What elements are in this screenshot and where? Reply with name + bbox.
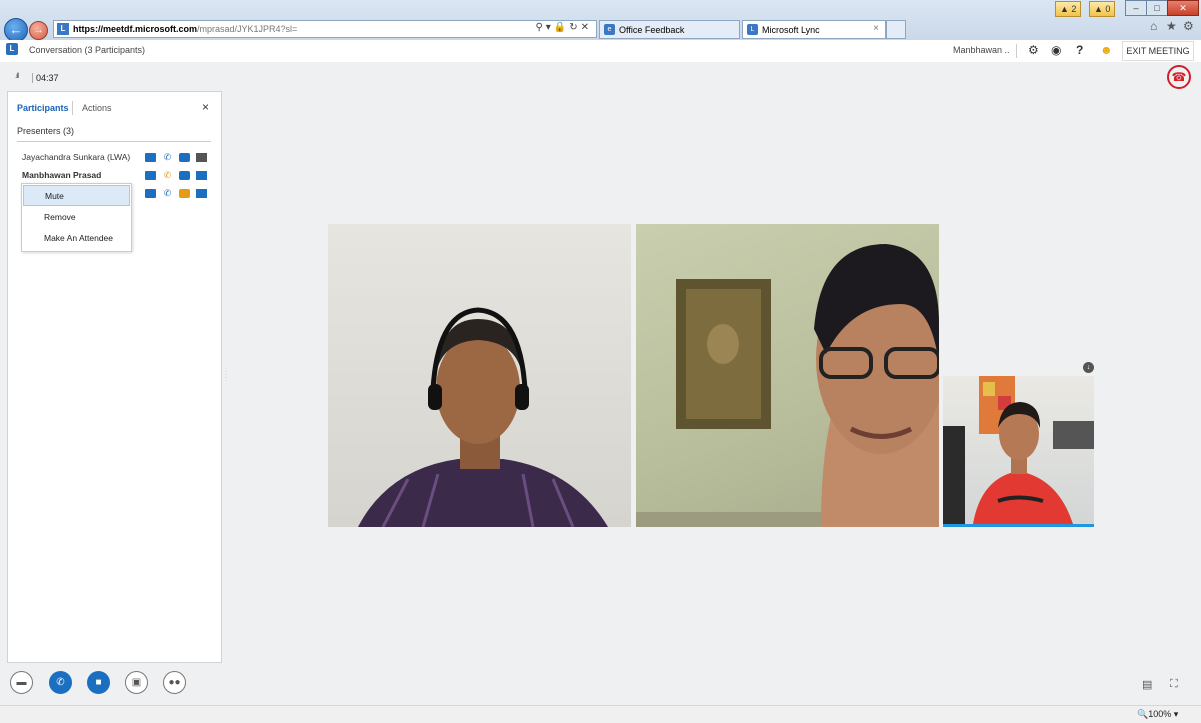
user-name[interactable]: Manbhawan .. bbox=[953, 45, 1010, 55]
video-feed-self-view[interactable] bbox=[943, 376, 1094, 527]
participant-modalities: ✆ bbox=[145, 153, 207, 162]
layout-switch-icon[interactable]: ▤ bbox=[1142, 678, 1152, 691]
participant-modalities: ✆ bbox=[145, 171, 207, 180]
header-divider bbox=[1016, 44, 1017, 58]
lync-favicon-icon: L bbox=[57, 23, 69, 35]
participant-name[interactable]: Jayachandra Sunkara (LWA) bbox=[22, 152, 130, 162]
video-camera-icon[interactable] bbox=[179, 171, 190, 180]
call-quality-icon: .ıll bbox=[15, 73, 19, 80]
minimize-button[interactable]: – bbox=[1125, 0, 1147, 16]
participant-name[interactable]: Manbhawan Prasad bbox=[22, 170, 101, 180]
settings-gear-icon[interactable]: ⚙ bbox=[1028, 43, 1039, 57]
video-camera-button[interactable]: ■ bbox=[87, 671, 110, 694]
lync-header: L Conversation (3 Participants) Manbhawa… bbox=[0, 40, 1201, 62]
screen-share-icon[interactable] bbox=[196, 171, 207, 180]
participant-context-menu: Mute Remove Make An Attendee bbox=[21, 183, 132, 252]
tab-divider bbox=[72, 101, 73, 115]
ie-favicon-icon: e bbox=[604, 24, 615, 35]
device-settings-icon[interactable]: ◉ bbox=[1051, 43, 1061, 57]
address-bar[interactable]: L https://meetdf.microsoft.com/mprasad/J… bbox=[53, 20, 597, 38]
address-url: https://meetdf.microsoft.com/mprasad/JYK… bbox=[73, 24, 298, 34]
help-icon[interactable]: ? bbox=[1076, 43, 1083, 57]
zoom-level[interactable]: 🔍100% ▾ bbox=[1137, 709, 1178, 720]
screen-share-icon[interactable] bbox=[196, 189, 207, 198]
lync-tab-favicon-icon: L bbox=[747, 24, 758, 35]
im-chat-button[interactable]: ▬ bbox=[10, 671, 33, 694]
menu-item-make-attendee[interactable]: Make An Attendee bbox=[23, 228, 130, 249]
video-camera-icon[interactable] bbox=[179, 189, 190, 198]
chat-icon[interactable] bbox=[145, 189, 156, 198]
tab-microsoft-lync[interactable]: L Microsoft Lync × bbox=[742, 20, 886, 39]
exit-meeting-button[interactable]: EXIT MEETING bbox=[1122, 41, 1194, 61]
divider bbox=[17, 141, 211, 142]
video-camera-icon[interactable] bbox=[179, 153, 190, 162]
participant-modalities: ✆ bbox=[145, 189, 207, 198]
menu-item-remove[interactable]: Remove bbox=[23, 207, 130, 228]
close-window-button[interactable]: ✕ bbox=[1167, 0, 1199, 16]
notification-badge[interactable]: ▲ 2 bbox=[1055, 1, 1082, 17]
tab-office-feedback[interactable]: e Office Feedback bbox=[599, 20, 740, 39]
self-view-person-image bbox=[943, 376, 1094, 524]
back-arrow-icon[interactable]: ← bbox=[4, 18, 28, 42]
audio-call-button[interactable]: ✆ bbox=[49, 671, 72, 694]
address-tools-icons[interactable]: ⚲▾🔒↻✕ bbox=[535, 22, 592, 33]
participants-button[interactable]: ●● bbox=[163, 671, 186, 694]
chat-icon[interactable] bbox=[145, 171, 156, 180]
home-icon[interactable]: ⌂ bbox=[1150, 19, 1157, 33]
tab-actions[interactable]: Actions bbox=[82, 103, 112, 113]
tab-participants[interactable]: Participants bbox=[17, 103, 69, 113]
forward-arrow-icon[interactable]: → bbox=[29, 21, 48, 40]
audio-phone-icon[interactable]: ✆ bbox=[162, 153, 173, 162]
person-with-painting-image bbox=[636, 244, 939, 527]
presenters-group-header[interactable]: Presenters (3) bbox=[17, 126, 74, 136]
screen-share-icon[interactable] bbox=[196, 153, 207, 162]
participants-panel: Participants Actions × Presenters (3) Ja… bbox=[7, 91, 222, 663]
audio-phone-icon[interactable]: ✆ bbox=[162, 189, 173, 198]
chat-icon[interactable] bbox=[145, 153, 156, 162]
hang-up-icon[interactable]: ☎ bbox=[1167, 65, 1191, 89]
feedback-smiley-icon[interactable]: ☻ bbox=[1100, 43, 1113, 57]
browser-chrome: ← → L https://meetdf.microsoft.com/mpras… bbox=[0, 0, 1201, 42]
present-content-button[interactable]: ▣ bbox=[125, 671, 148, 694]
lync-logo-icon: L bbox=[6, 43, 18, 55]
fullscreen-icon[interactable]: ⛶ bbox=[1170, 678, 1178, 691]
pip-pop-out-icon[interactable]: ↓ bbox=[1083, 362, 1094, 373]
favorites-star-icon[interactable]: ★ bbox=[1166, 19, 1177, 33]
panel-resize-handle[interactable]: · · · · · bbox=[225, 366, 227, 384]
person-with-headset-image bbox=[358, 307, 608, 527]
notification-badge-2[interactable]: ▲ 0 bbox=[1089, 1, 1116, 17]
video-feed-participant-1[interactable] bbox=[328, 224, 631, 527]
panel-close-icon[interactable]: × bbox=[202, 100, 209, 114]
audio-phone-icon[interactable]: ✆ bbox=[162, 171, 173, 180]
maximize-button[interactable]: □ bbox=[1146, 0, 1168, 16]
tools-gear-icon[interactable]: ⚙ bbox=[1183, 19, 1194, 33]
tab-close-icon[interactable]: × bbox=[873, 23, 879, 34]
video-feed-participant-2[interactable] bbox=[636, 224, 939, 527]
browser-status-bar: 🔍100% ▾ bbox=[0, 705, 1201, 723]
menu-item-mute[interactable]: Mute bbox=[23, 185, 130, 206]
conversation-title: Conversation (3 Participants) bbox=[29, 45, 146, 55]
call-timer: 04:37 bbox=[32, 73, 59, 83]
new-tab-button[interactable] bbox=[886, 20, 906, 39]
